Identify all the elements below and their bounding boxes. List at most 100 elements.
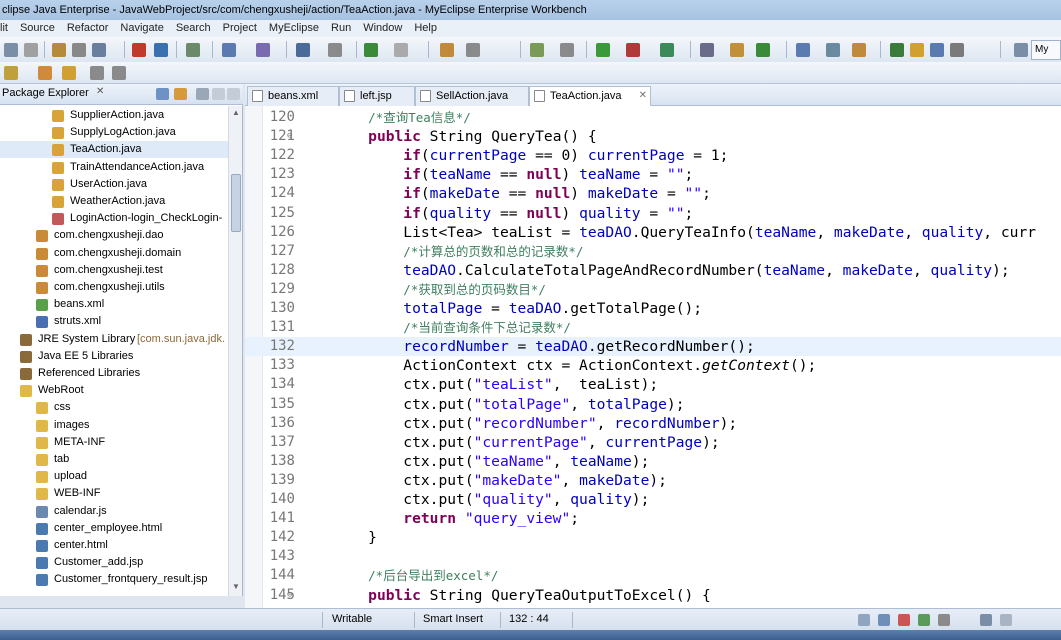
fold-icon[interactable]: ⊖ (287, 127, 292, 146)
menu-item[interactable]: Help (408, 20, 443, 37)
code-line[interactable]: 134 ctx.put("teaList", teaList); (245, 375, 1061, 394)
editor-tab[interactable]: TeaAction.java ✕ (529, 86, 651, 106)
code-line[interactable]: 130 totalPage = teaDAO.getTotalPage(); (245, 299, 1061, 318)
editor-tab[interactable]: SellAction.java (415, 86, 529, 106)
toolbar-button[interactable] (92, 43, 106, 57)
fold-icon[interactable]: ⊖ (287, 586, 292, 605)
toolbar-button[interactable] (700, 43, 714, 57)
tree-item[interactable]: images (0, 417, 228, 434)
toolbar-button[interactable] (826, 43, 840, 57)
code-line[interactable]: 128 teaDAO.CalculateTotalPageAndRecordNu… (245, 261, 1061, 280)
tree-item[interactable]: com.chengxusheji.domain (0, 245, 228, 262)
toolbar-button[interactable] (72, 43, 86, 57)
tree-item[interactable]: upload (0, 468, 228, 485)
code-line[interactable]: 133 ActionContext ctx = ActionContext.ge… (245, 356, 1061, 375)
toolbar-button[interactable] (90, 66, 104, 80)
code-line[interactable]: 122 if(currentPage == 0) currentPage = 1… (245, 146, 1061, 165)
toolbar-button[interactable] (950, 43, 964, 57)
package-explorer-title[interactable]: Package Explorer (2, 87, 89, 99)
toolbar-button[interactable] (852, 43, 866, 57)
tree-item[interactable]: Referenced Libraries (0, 365, 228, 382)
toolbar-button[interactable] (910, 43, 924, 57)
tree-item[interactable]: WeatherAction.java (0, 193, 228, 210)
code-line[interactable]: 135 ctx.put("totalPage", totalPage); (245, 395, 1061, 414)
toolbar-button[interactable] (328, 43, 342, 57)
toolbar-button[interactable] (1014, 43, 1028, 57)
tree-item[interactable]: struts.xml (0, 313, 228, 330)
menu-item[interactable]: Run (325, 20, 357, 37)
toolbar-button[interactable] (560, 43, 574, 57)
scrollbar-thumb[interactable] (231, 174, 241, 232)
editor-tab[interactable]: left.jsp (339, 86, 415, 106)
toolbar-button[interactable] (796, 43, 810, 57)
tree-item[interactable]: center_employee.html (0, 520, 228, 537)
toolbar-button[interactable] (756, 43, 770, 57)
tree-item[interactable]: Customer_frontquery_result.jsp (0, 571, 228, 588)
menu-item[interactable]: Refactor (61, 20, 115, 37)
code-line[interactable]: 121 ⊖ public String QueryTea() { (245, 127, 1061, 146)
toolbar-button[interactable] (890, 43, 904, 57)
fast-view-icon[interactable] (980, 614, 992, 626)
toolbar-button[interactable] (256, 43, 270, 57)
tree-item[interactable]: JRE System Library [com.sun.java.jdk. (0, 331, 228, 348)
tree-item[interactable]: com.chengxusheji.dao (0, 227, 228, 244)
code-line[interactable]: 137 ctx.put("currentPage", currentPage); (245, 433, 1061, 452)
tree-item[interactable]: css (0, 399, 228, 416)
server-icon[interactable] (918, 614, 930, 626)
minimize-icon[interactable] (212, 88, 225, 100)
scroll-up-icon[interactable]: ▲ (232, 108, 240, 117)
code-area[interactable]: 120 /*查询Tea信息*/121 ⊖ public String QueryT… (245, 106, 1061, 608)
code-line[interactable]: 140 ctx.put("quality", quality); (245, 490, 1061, 509)
tree-item[interactable]: Customer_add.jsp (0, 554, 228, 571)
toolbar-button[interactable] (4, 66, 18, 80)
toolbar-button[interactable] (660, 43, 674, 57)
toolbar-button[interactable] (222, 43, 236, 57)
code-line[interactable]: 120 /*查询Tea信息*/ (245, 108, 1061, 127)
tree-item[interactable]: Java EE 5 Libraries (0, 348, 228, 365)
toolbar-button[interactable] (440, 43, 454, 57)
link-with-editor-icon[interactable] (174, 88, 187, 100)
tree-item[interactable]: tab (0, 451, 228, 468)
perspective-switcher[interactable]: My (1031, 40, 1061, 60)
toolbar-button[interactable] (364, 43, 378, 57)
tree-item[interactable]: calendar.js (0, 503, 228, 520)
scroll-down-icon[interactable]: ▼ (232, 582, 240, 591)
menu-item[interactable]: lit (0, 20, 14, 37)
toolbar-button[interactable] (730, 43, 744, 57)
tree-item[interactable]: LoginAction-login_CheckLogin- (0, 210, 228, 227)
toolbar-button[interactable] (24, 43, 38, 57)
close-icon[interactable]: ✕ (639, 87, 647, 105)
toolbar-button[interactable] (4, 43, 18, 57)
menu-item[interactable]: Project (217, 20, 263, 37)
tree-item[interactable]: com.chengxusheji.utils (0, 279, 228, 296)
progress-icon[interactable] (938, 614, 950, 626)
toolbar-button[interactable] (626, 43, 640, 57)
toolbar-button[interactable] (62, 66, 76, 80)
problems-icon[interactable] (898, 614, 910, 626)
code-line[interactable]: 142 } (245, 528, 1061, 547)
tree-item[interactable]: WebRoot (0, 382, 228, 399)
close-icon[interactable]: ✕ (96, 86, 104, 97)
code-line[interactable]: 136 ctx.put("recordNumber", recordNumber… (245, 414, 1061, 433)
menu-item[interactable]: Search (170, 20, 217, 37)
code-line[interactable]: 139 ctx.put("makeDate", makeDate); (245, 471, 1061, 490)
toolbar-button[interactable] (930, 43, 944, 57)
tree-item[interactable]: WEB-INF (0, 485, 228, 502)
code-line[interactable]: 141 return "query_view"; (245, 509, 1061, 528)
toolbar-button[interactable] (154, 43, 168, 57)
toolbar-button[interactable] (112, 66, 126, 80)
toolbar-button[interactable] (186, 43, 200, 57)
code-line[interactable]: 131 /*当前查询条件下总记录数*/ (245, 318, 1061, 337)
tree-item[interactable]: beans.xml (0, 296, 228, 313)
code-line[interactable]: 143 (245, 547, 1061, 566)
code-line[interactable]: 132 recordNumber = teaDAO.getRecordNumbe… (245, 337, 1061, 357)
code-line[interactable]: 138 ctx.put("teaName", teaName); (245, 452, 1061, 471)
task-icon[interactable] (858, 614, 870, 626)
collapse-all-icon[interactable] (156, 88, 169, 100)
tree-item[interactable]: center.html (0, 537, 228, 554)
outline-icon[interactable] (1000, 614, 1012, 626)
toolbar-button[interactable] (394, 43, 408, 57)
toolbar-button[interactable] (296, 43, 310, 57)
code-line[interactable]: 127 /*计算总的页数和总的记录数*/ (245, 242, 1061, 261)
tree-item[interactable]: com.chengxusheji.test (0, 262, 228, 279)
